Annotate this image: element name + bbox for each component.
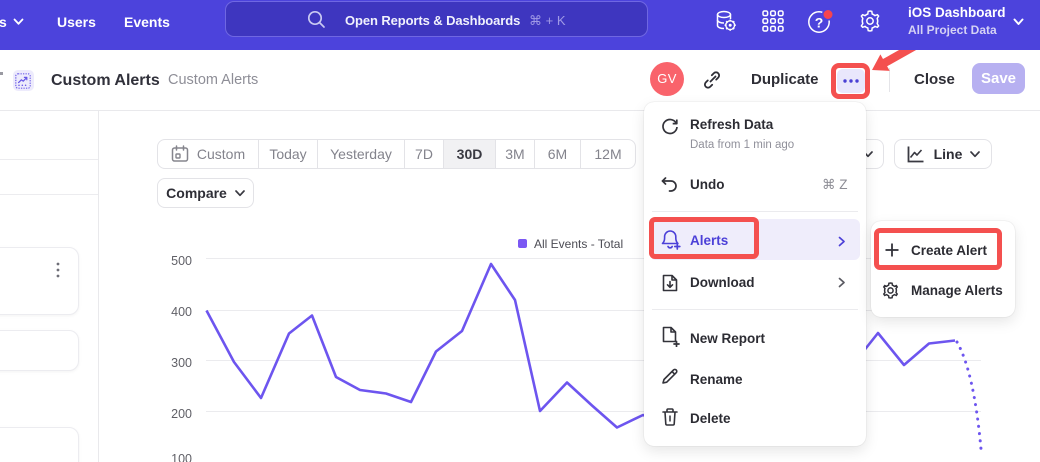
svg-text:?: ?	[815, 15, 824, 31]
